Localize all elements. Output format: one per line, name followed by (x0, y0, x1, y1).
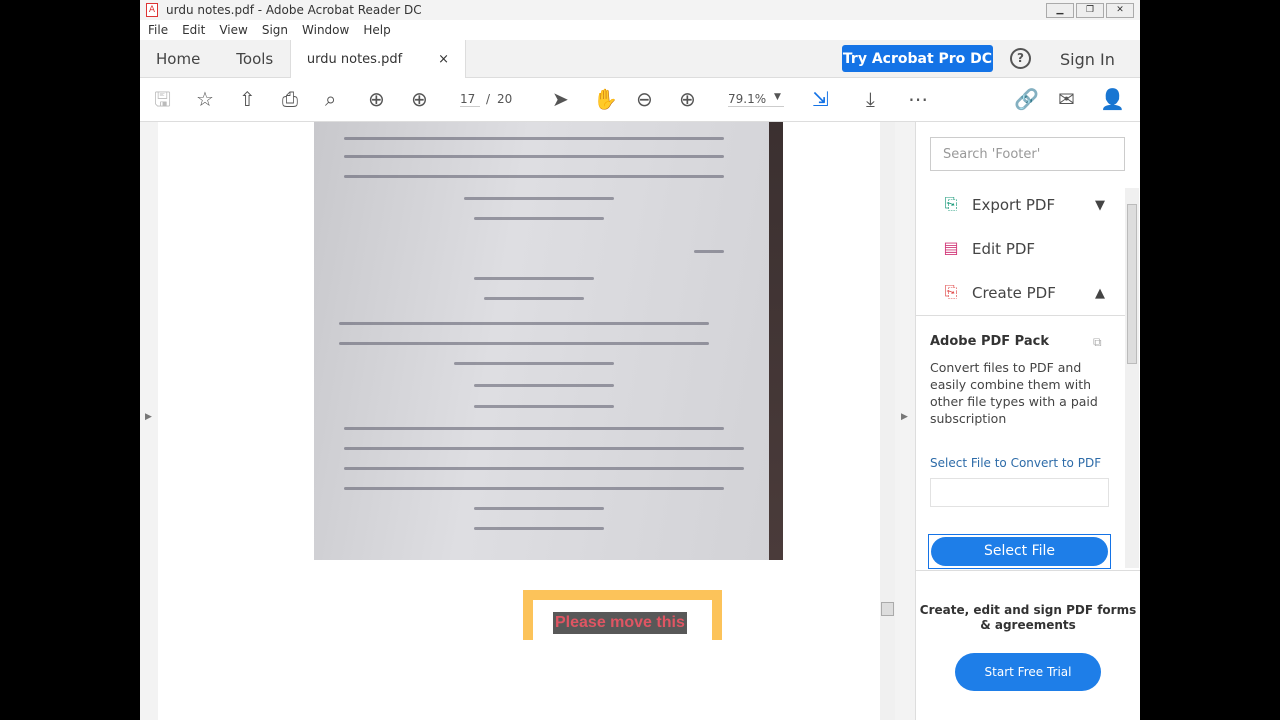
file-input[interactable] (930, 478, 1109, 507)
fit-page-icon[interactable]: ⇲ (812, 88, 829, 110)
pack-info-icon[interactable]: ⧉ (1093, 335, 1102, 350)
edit-pdf-icon: ▤ (943, 238, 959, 257)
restore-button[interactable]: ❐ (1076, 3, 1104, 18)
pdf-page: Please move this (158, 122, 880, 720)
banner-text: Please move this (553, 612, 687, 634)
promo-text: Create, edit and sign PDF forms & agreem… (919, 603, 1137, 632)
add-user-icon[interactable]: 👤 (1100, 88, 1125, 110)
promo-section: Create, edit and sign PDF forms & agreem… (916, 570, 1140, 720)
select-file-label: Select File to Convert to PDF (930, 456, 1102, 470)
start-free-trial-button[interactable]: Start Free Trial (955, 653, 1101, 691)
tool-edit-pdf[interactable]: ▤ Edit PDF (940, 238, 1105, 260)
bookmark-star-icon[interactable]: ☆ (196, 88, 214, 110)
content-area: ▶ Please move this ▶ Search 'Footer' ⎘ Ex… (140, 122, 1140, 720)
page-number-input[interactable]: 17 (460, 92, 480, 107)
menu-file[interactable]: File (148, 23, 168, 37)
chevron-down-icon[interactable]: ▼ (1095, 198, 1105, 213)
pdf-pack-description: Convert files to PDF and easily combine … (930, 360, 1098, 426)
menu-edit[interactable]: Edit (182, 23, 205, 37)
scanned-urdu-page-image (314, 122, 783, 560)
menu-window[interactable]: Window (302, 23, 349, 37)
pdf-app-icon: A (146, 3, 158, 17)
acrobat-window: A urdu notes.pdf - Adobe Acrobat Reader … (140, 0, 1140, 720)
try-acrobat-pro-button[interactable]: Try Acrobat Pro DC (842, 45, 993, 72)
export-pdf-icon: ⎘ (944, 194, 958, 213)
tab-bar: Home Tools urdu notes.pdf × Try Acrobat … (140, 40, 1140, 79)
zoom-dropdown-icon[interactable]: ▼ (774, 92, 781, 102)
window-title: urdu notes.pdf - Adobe Acrobat Reader DC (166, 3, 422, 17)
email-icon[interactable]: ✉ (1058, 88, 1075, 110)
chevron-up-icon[interactable]: ▲ (1095, 286, 1105, 301)
scroll-thumb[interactable] (881, 602, 894, 616)
tool-export-pdf[interactable]: ⎘ Export PDF ▼ (940, 194, 1105, 216)
notice-banner: Please move this (523, 590, 722, 640)
create-pdf-icon: ⎘ (944, 282, 958, 301)
pdf-pack-title: Adobe PDF Pack (930, 334, 1049, 349)
tab-document-label: urdu notes.pdf (306, 52, 403, 67)
search-zoom-icon[interactable]: ⌕ (325, 88, 336, 110)
close-tab-icon[interactable]: × (438, 52, 449, 67)
tab-document[interactable]: urdu notes.pdf × (290, 40, 466, 79)
zoom-in-icon[interactable]: ⊕ (679, 88, 696, 110)
page-total: 20 (497, 92, 513, 106)
pdf-pack-section: Adobe PDF Pack Convert files to PDF and … (930, 334, 1110, 427)
more-tools-icon[interactable]: ⋯ (908, 88, 928, 110)
select-file-button[interactable]: Select File (928, 534, 1111, 569)
help-icon[interactable]: ? (1010, 48, 1031, 69)
zoom-out-icon[interactable]: ⊖ (636, 88, 653, 110)
hand-tool-icon[interactable]: ✋ (593, 88, 618, 110)
share-link-icon[interactable]: 🔗 (1014, 88, 1039, 110)
left-panel-toggle[interactable]: ▶ (140, 122, 158, 720)
close-window-button[interactable]: ✕ (1106, 3, 1134, 18)
scrolling-mode-icon[interactable]: ⤓ (866, 88, 875, 110)
tab-home[interactable]: Home (156, 50, 200, 68)
sign-in-link[interactable]: Sign In (1060, 50, 1115, 69)
document-scrollbar[interactable] (880, 122, 895, 720)
title-bar: A urdu notes.pdf - Adobe Acrobat Reader … (140, 0, 1140, 20)
right-pane-toggle[interactable]: ▶ (895, 122, 915, 720)
tool-create-pdf[interactable]: ⎘ Create PDF ▲ (940, 282, 1105, 304)
minimize-button[interactable]: ▁ (1046, 3, 1074, 18)
next-page-icon[interactable]: ⊕ (411, 88, 428, 110)
select-cursor-icon[interactable]: ➤ (552, 88, 569, 110)
tools-search-input[interactable]: Search 'Footer' (930, 137, 1125, 171)
save-icon[interactable]: 🖫 (154, 88, 171, 110)
print-icon[interactable]: ⎙ (282, 88, 298, 110)
menu-help[interactable]: Help (363, 23, 390, 37)
tab-tools[interactable]: Tools (236, 50, 273, 68)
menu-sign[interactable]: Sign (262, 23, 288, 37)
tools-pane: Search 'Footer' ⎘ Export PDF ▼ ▤ Edit PDF ⎘… (915, 122, 1140, 720)
upload-cloud-icon[interactable]: ⇧ (239, 88, 256, 110)
menu-bar: File Edit View Sign Window Help (140, 20, 1140, 40)
page-separator: / (486, 92, 491, 106)
collapse-arrow-icon[interactable]: ▶ (901, 412, 908, 422)
previous-page-icon[interactable]: ⊕ (368, 88, 385, 110)
expand-arrow-icon[interactable]: ▶ (145, 412, 152, 422)
tools-pane-scrollbar[interactable] (1125, 188, 1139, 568)
toolbar: 🖫 ☆ ⇧ ⎙ ⌕ ⊕ ⊕ 17 / 20 ➤ ✋ ⊖ ⊕ 79.1% ▼ ⇲ … (140, 78, 1140, 122)
menu-view[interactable]: View (219, 23, 247, 37)
